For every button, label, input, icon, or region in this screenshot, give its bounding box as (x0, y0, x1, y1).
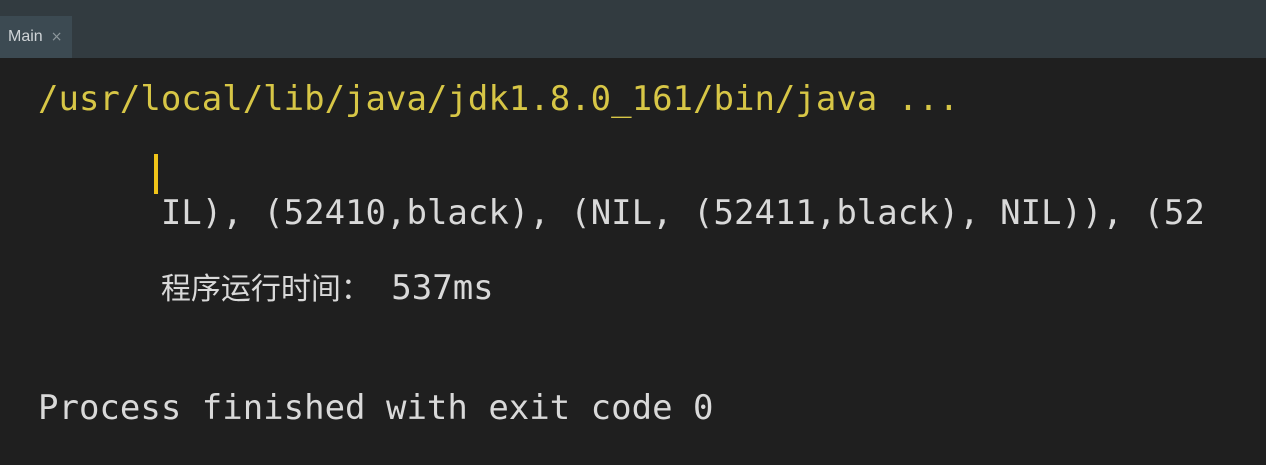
runtime-line: 程序运行时间： 537ms (38, 228, 494, 350)
java-command-line: /usr/local/lib/java/jdk1.8.0_161/bin/jav… (38, 79, 960, 119)
run-tab-bar: Main × (0, 0, 1266, 58)
runtime-value: 537ms (370, 268, 494, 308)
tab-main[interactable]: Main × (0, 16, 73, 58)
output-before-caret: IL), (160, 193, 264, 233)
runtime-label: 程序运行时间： (160, 272, 371, 307)
close-icon[interactable]: × (51, 30, 63, 44)
text-caret (154, 154, 158, 194)
run-console-window: Main × /usr/local/lib/java/jdk1.8.0_161/… (0, 0, 1266, 465)
output-after-caret: (52410,black), (NIL, (52411,black), NIL)… (263, 193, 1205, 233)
console-output[interactable]: /usr/local/lib/java/jdk1.8.0_161/bin/jav… (0, 58, 1266, 465)
tab-main-label: Main (8, 28, 43, 45)
exit-status-line: Process finished with exit code 0 (38, 388, 714, 428)
